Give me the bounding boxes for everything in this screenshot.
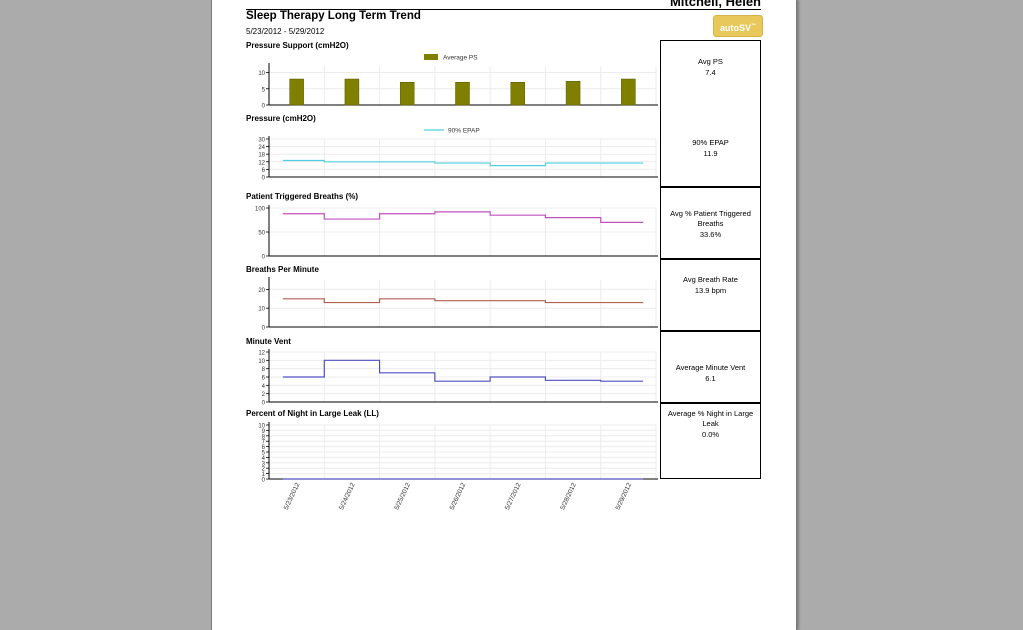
- y-tick-label: 4: [262, 456, 266, 462]
- y-tick-label: 8: [262, 434, 266, 440]
- report-page: Mitchell, Helen Sleep Therapy Long Term …: [212, 0, 796, 630]
- y-tick-label: 50: [258, 231, 265, 237]
- y-tick-label: 100: [255, 207, 266, 213]
- summary-label: Average Minute Vent: [675, 363, 746, 372]
- summary-label: Avg PS: [698, 57, 723, 66]
- y-tick-label: 2: [262, 467, 266, 473]
- chart-3: 0 10 20: [258, 277, 658, 332]
- x-tick-label: 5/26/2012: [449, 482, 468, 512]
- summary-minute-vent-box: Average Minute Vent 6.1: [660, 330, 761, 404]
- y-tick-label: 3: [262, 461, 266, 467]
- y-tick-label: 0: [262, 326, 266, 332]
- bar: [344, 78, 360, 106]
- bar: [565, 81, 581, 106]
- legend-label: Average PS: [443, 55, 478, 62]
- y-tick-label: 12: [258, 351, 265, 357]
- y-tick-label: 18: [258, 153, 265, 159]
- y-tick-label: 5: [262, 451, 266, 457]
- y-tick-label: 6: [262, 168, 266, 174]
- series-line: [282, 359, 644, 382]
- chart-5: 012345678910: [258, 422, 658, 484]
- y-tick-label: 10: [258, 359, 265, 365]
- summary-breath-rate-box: Avg Breath Rate 13.9 bpm: [660, 258, 761, 332]
- y-tick-label: 6: [262, 445, 266, 451]
- y-tick-label: 0: [262, 478, 266, 484]
- summary-triggered-breaths-box: Avg % Patient Triggered Breaths 33.6%: [660, 186, 761, 260]
- series-line: [282, 159, 644, 167]
- y-tick-label: 30: [258, 138, 265, 144]
- y-tick-label: 0: [262, 176, 266, 182]
- y-tick-label: 0: [262, 255, 266, 261]
- chart-0: 0 5 10 Average PS: [258, 54, 658, 110]
- summary-breath-rate: Avg Breath Rate 13.9 bpm: [661, 259, 760, 296]
- summary-label: Avg Breath Rate: [683, 275, 738, 284]
- y-tick-label: 8: [262, 367, 266, 373]
- bar: [289, 78, 304, 106]
- y-tick-label: 5: [262, 87, 266, 93]
- bar: [621, 78, 636, 106]
- x-tick-label: 5/29/2012: [615, 482, 634, 512]
- chart-1: 0 6 1218 2430 90% EPAP: [258, 128, 658, 182]
- summary-epap: 90% EPAP 11.9: [661, 138, 760, 159]
- y-tick-label: 10: [258, 307, 265, 313]
- summary-label: Average % Night in Large Leak: [667, 409, 754, 428]
- x-tick-label: 5/23/2012: [283, 482, 302, 512]
- y-tick-label: 12: [258, 160, 265, 166]
- y-tick-label: 9: [262, 429, 266, 435]
- series-line: [282, 211, 644, 223]
- summary-value: 11.9: [703, 149, 718, 158]
- bar: [510, 82, 526, 106]
- summary-value: 33.6%: [699, 230, 722, 239]
- y-tick-label: 10: [258, 71, 265, 77]
- x-tick-label: 5/28/2012: [559, 482, 578, 512]
- summary-avg-ps: Avg PS 7.4: [661, 57, 760, 78]
- x-tick-label: 5/27/2012: [504, 482, 523, 512]
- chart-4: 0 2 4 6 8 10 12: [258, 349, 658, 407]
- legend-swatch: [424, 54, 438, 60]
- series-line: [282, 298, 644, 304]
- bar: [455, 82, 470, 106]
- summary-value: 7.4: [705, 68, 716, 77]
- bar: [399, 82, 415, 106]
- summary-pressure-box: Avg PS 7.4 90% EPAP 11.9: [660, 40, 761, 188]
- summary-label: Avg % Patient Triggered Breaths: [670, 209, 751, 228]
- y-tick-label: 0: [262, 104, 266, 110]
- summary-value: 13.9 bpm: [694, 286, 727, 295]
- summary-triggered-breaths: Avg % Patient Triggered Breaths 33.6%: [661, 187, 760, 240]
- y-tick-label: 4: [262, 384, 266, 390]
- y-tick-label: 20: [258, 288, 265, 294]
- y-tick-label: 6: [262, 376, 266, 382]
- legend-label: 90% EPAP: [448, 128, 480, 135]
- y-tick-label: 24: [258, 145, 265, 151]
- x-tick-label: 5/24/2012: [338, 482, 357, 512]
- chart-2: 0 50 100: [255, 205, 658, 261]
- summary-large-leak-box: Average % Night in Large Leak 0.0%: [660, 402, 761, 479]
- summary-minute-vent: Average Minute Vent 6.1: [661, 331, 760, 384]
- summary-panel: Avg PS 7.4 90% EPAP 11.9 Avg % Patient T…: [660, 40, 761, 479]
- y-tick-label: 1: [262, 472, 266, 478]
- summary-label: 90% EPAP: [692, 138, 729, 147]
- summary-large-leak: Average % Night in Large Leak 0.0%: [661, 403, 760, 440]
- y-tick-label: 2: [262, 392, 266, 398]
- y-tick-label: 0: [262, 401, 266, 407]
- summary-value: 0.0%: [701, 430, 720, 439]
- summary-value: 6.1: [705, 374, 716, 383]
- y-tick-label: 10: [258, 424, 265, 430]
- y-tick-label: 7: [262, 440, 266, 446]
- x-tick-label: 5/25/2012: [393, 482, 412, 512]
